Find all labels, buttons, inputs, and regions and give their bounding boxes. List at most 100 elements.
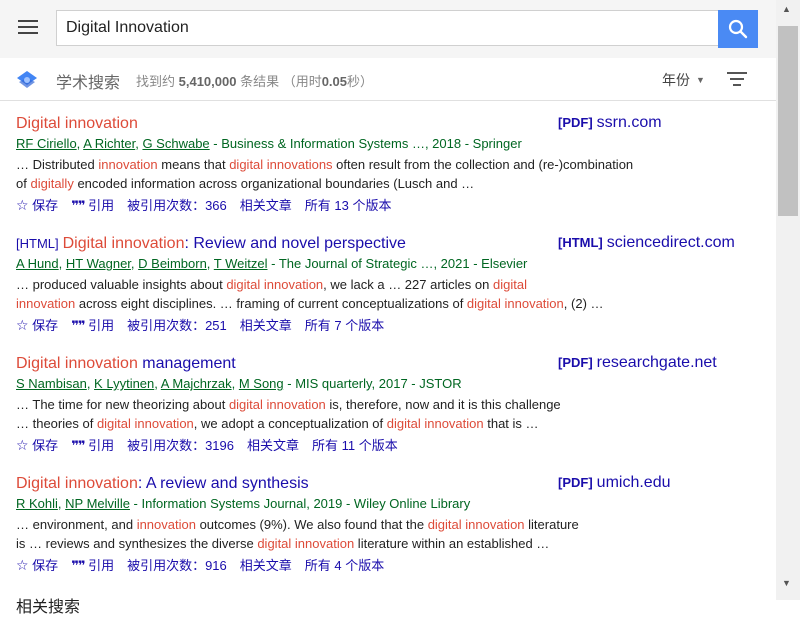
author-separator: ,	[58, 256, 66, 271]
fulltext-type: [PDF]	[558, 475, 593, 490]
result-venue: - MIS quarterly, 2017 - JSTOR	[283, 376, 462, 391]
snippet-highlight: digital innovation	[226, 277, 324, 292]
snippet-text: … Distributed	[16, 157, 99, 172]
snippet-highlight: digital innovation	[386, 416, 484, 431]
result-actions: ☆ 保存 ❞❞ 引用 被引用次数：251 相关文章 所有 7 个版本	[16, 316, 756, 335]
scroll-up-arrow-icon[interactable]: ▲	[782, 4, 791, 14]
fulltext-link[interactable]: [PDF] researchgate.net	[558, 354, 717, 372]
top-bar: Digital Innovation	[0, 0, 776, 58]
result-snippet: … The time for new theorizing about digi…	[16, 395, 756, 433]
related-articles-link[interactable]: 相关文章	[240, 318, 292, 333]
result-actions: ☆ 保存 ❞❞ 引用 被引用次数：916 相关文章 所有 4 个版本	[16, 556, 756, 575]
result-stats: 找到约 5,410,000 条结果 （用时0.05秒）	[136, 71, 373, 90]
cited-by-link[interactable]: 被引用次数：916	[127, 558, 227, 573]
all-versions-link[interactable]: 所有 7 个版本	[305, 318, 384, 333]
related-articles-link[interactable]: 相关文章	[240, 558, 292, 573]
all-versions-link[interactable]: 所有 4 个版本	[305, 558, 384, 573]
snippet-highlight: digital innovation	[96, 416, 194, 431]
menu-icon[interactable]	[18, 20, 38, 36]
cite-button[interactable]: ❞❞ 引用	[71, 198, 114, 213]
result-item: [HTML] Digital innovation: Review and nov…	[16, 234, 756, 335]
search-input[interactable]: Digital Innovation	[56, 10, 718, 46]
snippet-line: … environment, and innovation outcomes (…	[16, 515, 756, 534]
cited-by-link[interactable]: 被引用次数：3196	[127, 438, 234, 453]
result-item: Digital innovation [PDF] ssrn.com RF Ciriel…	[16, 114, 756, 215]
author-link[interactable]: R Kohli	[16, 496, 58, 511]
save-button[interactable]: ☆ 保存	[16, 557, 59, 573]
star-icon: ☆	[16, 557, 29, 573]
result-title-link[interactable]: Digital innovation	[16, 115, 138, 132]
result-title-link[interactable]: Digital innovation: Review and novel per…	[63, 235, 406, 252]
result-actions: ☆ 保存 ❞❞ 引用 被引用次数：366 相关文章 所有 13 个版本	[16, 196, 756, 215]
quote-icon: ❞❞	[71, 558, 85, 573]
result-title-link[interactable]: Digital innovation management	[16, 355, 236, 372]
stats-count: 5,410,000	[178, 74, 237, 89]
author-link[interactable]: T Weitzel	[214, 256, 268, 271]
fulltext-domain: umich.edu	[596, 474, 671, 491]
snippet-highlight: innovation	[136, 517, 196, 532]
scholar-logo-icon[interactable]	[16, 69, 38, 89]
author-link[interactable]: D Beimborn	[138, 256, 207, 271]
snippet-text: … theories of	[16, 416, 97, 431]
save-button[interactable]: ☆ 保存	[16, 197, 59, 213]
result-venue: - Business & Information Systems …, 2018…	[209, 136, 522, 151]
author-link[interactable]: G Schwabe	[142, 136, 209, 151]
fulltext-type: [PDF]	[558, 115, 593, 130]
fulltext-domain: sciencedirect.com	[606, 234, 735, 251]
all-versions-link[interactable]: 所有 13 个版本	[305, 198, 392, 213]
author-link[interactable]: A Richter	[83, 136, 135, 151]
author-link[interactable]: M Song	[239, 376, 284, 391]
author-link[interactable]: RF Ciriello	[16, 136, 77, 151]
year-filter-dropdown[interactable]: 年份 ▼	[662, 70, 705, 90]
result-item: Digital innovation management [PDF] resear…	[16, 354, 756, 455]
cite-label: 引用	[84, 318, 115, 333]
filter-icon[interactable]	[727, 72, 747, 86]
star-icon: ☆	[16, 437, 29, 453]
brand-label[interactable]: 学术搜索	[56, 69, 120, 93]
author-link[interactable]: HT Wagner	[66, 256, 131, 271]
author-link[interactable]: NP Melville	[65, 496, 130, 511]
author-link[interactable]: A Majchrzak	[161, 376, 232, 391]
snippet-text: is, therefore, now and it is this challe…	[325, 397, 561, 412]
scrollbar[interactable]: ▲ ▼	[776, 0, 800, 600]
result-authors: S Nambisan, K Lyytinen, A Majchrzak, M S…	[16, 375, 756, 393]
star-icon: ☆	[16, 197, 29, 213]
save-label: 保存	[28, 198, 59, 213]
result-venue: - The Journal of Strategic …, 2021 - Els…	[267, 256, 528, 271]
author-link[interactable]: K Lyytinen	[94, 376, 154, 391]
result-authors: RF Ciriello, A Richter, G Schwabe - Busi…	[16, 135, 756, 153]
fulltext-link[interactable]: [PDF] umich.edu	[558, 474, 671, 492]
save-label: 保存	[28, 558, 59, 573]
fulltext-link[interactable]: [PDF] ssrn.com	[558, 114, 662, 132]
result-title-link[interactable]: Digital innovation: A review and synthes…	[16, 475, 309, 492]
cite-button[interactable]: ❞❞ 引用	[71, 558, 114, 573]
all-versions-link[interactable]: 所有 11 个版本	[312, 438, 398, 453]
snippet-text: outcomes (9%). We also found that the	[195, 517, 428, 532]
scroll-down-arrow-icon[interactable]: ▼	[782, 578, 791, 588]
fulltext-link[interactable]: [HTML] sciencedirect.com	[558, 234, 735, 252]
related-articles-link[interactable]: 相关文章	[240, 198, 292, 213]
stats-suffix: 秒）	[347, 74, 374, 89]
author-link[interactable]: A Hund	[16, 256, 59, 271]
snippet-line: … produced valuable insights about digit…	[16, 275, 756, 294]
save-button[interactable]: ☆ 保存	[16, 317, 58, 333]
title-highlight: Digital innovation	[62, 235, 185, 252]
snippet-text: that is …	[483, 416, 539, 431]
author-separator: ,	[86, 376, 95, 391]
scrollbar-thumb[interactable]	[778, 26, 798, 216]
caret-down-icon: ▼	[696, 75, 705, 85]
search-button[interactable]	[718, 10, 758, 48]
cited-by-link[interactable]: 被引用次数：366	[127, 198, 227, 213]
save-button[interactable]: ☆ 保存	[16, 437, 58, 453]
snippet-text: … environment, and	[16, 517, 137, 532]
cite-button[interactable]: ❞❞ 引用	[71, 318, 114, 333]
snippet-highlight: digital innovation	[257, 536, 355, 551]
author-separator: ,	[206, 256, 214, 271]
snippet-text: encoded information across organizationa…	[73, 176, 475, 191]
cite-button[interactable]: ❞❞ 引用	[71, 438, 114, 453]
related-articles-link[interactable]: 相关文章	[247, 438, 299, 453]
author-link[interactable]: S Nambisan	[16, 376, 87, 391]
snippet-text: literature within an established …	[354, 536, 550, 551]
cited-by-link[interactable]: 被引用次数：251	[127, 318, 227, 333]
title-rest: : Review and novel perspective	[184, 235, 406, 252]
